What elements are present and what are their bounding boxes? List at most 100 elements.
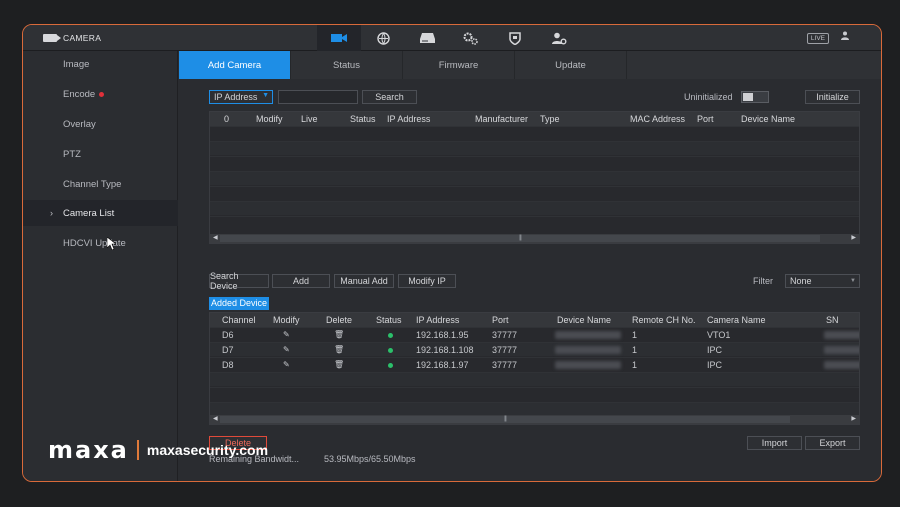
top-bar: CAMERA LIVE xyxy=(23,25,881,51)
add-button[interactable]: Add xyxy=(272,274,330,288)
site-url: maxasecurity.com xyxy=(146,442,269,458)
uninitialized-toggle[interactable] xyxy=(741,91,769,103)
scroll-thumb[interactable] xyxy=(220,416,790,423)
sidebar-item-encode[interactable]: Encode xyxy=(23,81,178,107)
table-row[interactable] xyxy=(210,126,859,140)
import-button[interactable]: Import xyxy=(747,436,802,450)
column-header: Manufacturer xyxy=(475,114,529,124)
table-row[interactable] xyxy=(210,156,859,170)
edit-icon[interactable]: ✎ xyxy=(283,328,290,342)
channel-cell: D8 xyxy=(222,360,234,370)
tab-status[interactable]: Status xyxy=(291,51,403,79)
device-name-redacted xyxy=(555,361,621,369)
bandwidth-value: 53.95Mbps/65.50Mbps xyxy=(324,454,416,464)
scroll-right-icon[interactable]: ▶ xyxy=(851,415,856,424)
sidebar-item-image[interactable]: Image xyxy=(23,51,178,77)
table-row[interactable] xyxy=(210,372,859,386)
storage-icon[interactable] xyxy=(405,25,449,51)
sidebar-item-ptz[interactable]: PTZ xyxy=(23,141,178,167)
modify-ip-button[interactable]: Modify IP xyxy=(398,274,456,288)
network-icon[interactable] xyxy=(361,25,405,51)
status-online-icon xyxy=(388,363,393,368)
trash-icon[interactable]: 🗑 xyxy=(334,343,344,357)
column-header: Camera Name xyxy=(707,315,766,325)
manual-add-button[interactable]: Manual Add xyxy=(334,274,394,288)
column-header: MAC Address xyxy=(630,114,686,124)
table-row[interactable] xyxy=(210,387,859,401)
table-row[interactable] xyxy=(210,216,859,230)
device-name-redacted xyxy=(555,346,621,354)
column-header: SN xyxy=(826,315,839,325)
horizontal-scrollbar[interactable]: ◀ ▶ xyxy=(210,415,859,424)
table-row[interactable] xyxy=(210,201,859,215)
column-header: IP Address xyxy=(387,114,431,124)
column-header: Remote CH No. xyxy=(632,315,696,325)
ip-cell: 192.168.1.97 xyxy=(416,360,469,370)
channel-cell: D7 xyxy=(222,345,234,355)
search-button[interactable]: Search xyxy=(362,90,417,104)
chevron-down-icon: ▼ xyxy=(262,92,269,99)
trash-icon[interactable]: 🗑 xyxy=(334,358,344,372)
chevron-down-icon: ▼ xyxy=(850,278,856,284)
table-row[interactable]: D7 ✎ 🗑 192.168.1.108 37777 1 IPC xyxy=(210,342,859,356)
sidebar-item-label: Image xyxy=(63,58,90,70)
tab-add-camera[interactable]: Add Camera xyxy=(179,51,291,79)
sidebar-item-channel-type[interactable]: Channel Type xyxy=(23,171,178,197)
mouse-cursor-icon xyxy=(106,236,117,253)
column-header: Device Name xyxy=(741,114,796,124)
initialize-button[interactable]: Initialize xyxy=(805,90,860,104)
horizontal-scrollbar[interactable]: ◀ ▶ xyxy=(210,234,859,243)
camera-name-cell: VTO1 xyxy=(707,330,731,340)
sidebar-item-label: PTZ xyxy=(63,148,81,160)
app-frame: CAMERA LIVE Image Encode Overlay PTZ Cha… xyxy=(22,24,882,482)
window-title-text: CAMERA xyxy=(63,33,102,43)
search-input[interactable] xyxy=(278,90,358,104)
trash-icon[interactable]: 🗑 xyxy=(334,328,344,342)
tab-firmware[interactable]: Firmware xyxy=(403,51,515,79)
table-row[interactable]: D8 ✎ 🗑 192.168.1.97 37777 1 IPC xyxy=(210,357,859,371)
scroll-thumb[interactable] xyxy=(220,235,820,242)
edit-icon[interactable]: ✎ xyxy=(283,343,290,357)
table-row[interactable]: D6 ✎ 🗑 192.168.1.95 37777 1 VTO1 xyxy=(210,327,859,341)
sidebar-item-camera-list[interactable]: › Camera List xyxy=(23,200,178,226)
column-header: Device Name xyxy=(557,315,612,325)
camera-icon xyxy=(43,34,61,42)
table-row[interactable] xyxy=(210,186,859,200)
remote-ch-cell: 1 xyxy=(632,345,638,355)
main-content: IP Address ▼ Search Uninitialized Initia… xyxy=(179,79,881,481)
device-search-table: 0 Modify Live Status IP Address Manufact… xyxy=(209,111,860,244)
edit-icon[interactable]: ✎ xyxy=(283,358,290,372)
scroll-left-icon[interactable]: ◀ xyxy=(213,415,218,424)
sn-redacted xyxy=(824,361,859,369)
user-icon[interactable] xyxy=(841,31,849,42)
column-header: Channel xyxy=(222,315,256,325)
table-row[interactable] xyxy=(210,141,859,155)
scroll-left-icon[interactable]: ◀ xyxy=(213,234,218,243)
scroll-right-icon[interactable]: ▶ xyxy=(851,234,856,243)
sidebar-item-hdcvi-update[interactable]: HDCVI Update xyxy=(23,230,178,256)
table-row[interactable] xyxy=(210,402,859,416)
live-button[interactable]: LIVE xyxy=(806,33,829,44)
search-type-value: IP Address xyxy=(214,92,258,102)
camera-name-cell: IPC xyxy=(707,345,723,355)
ip-cell: 192.168.1.108 xyxy=(416,345,474,355)
sidebar-item-overlay[interactable]: Overlay xyxy=(23,111,178,137)
export-button[interactable]: Export xyxy=(805,436,860,450)
account-icon[interactable] xyxy=(537,25,581,51)
settings-icon[interactable] xyxy=(449,25,493,51)
status-online-icon xyxy=(388,333,393,338)
column-header[interactable]: 0 xyxy=(224,112,229,126)
camera-icon[interactable] xyxy=(317,25,361,51)
column-header: Port xyxy=(697,114,714,124)
tab-update[interactable]: Update xyxy=(515,51,627,79)
search-device-button[interactable]: Search Device xyxy=(209,271,269,291)
camera-name-cell: IPC xyxy=(707,360,723,370)
port-cell: 37777 xyxy=(492,330,518,340)
search-type-select[interactable]: IP Address ▼ xyxy=(209,90,273,104)
tab-bar: Add Camera Status Firmware Update xyxy=(179,51,881,79)
security-icon[interactable] xyxy=(493,25,537,51)
table-row[interactable] xyxy=(210,171,859,185)
sn-redacted xyxy=(824,331,859,339)
filter-select[interactable]: None ▼ xyxy=(785,274,860,288)
top-menu xyxy=(317,25,581,51)
